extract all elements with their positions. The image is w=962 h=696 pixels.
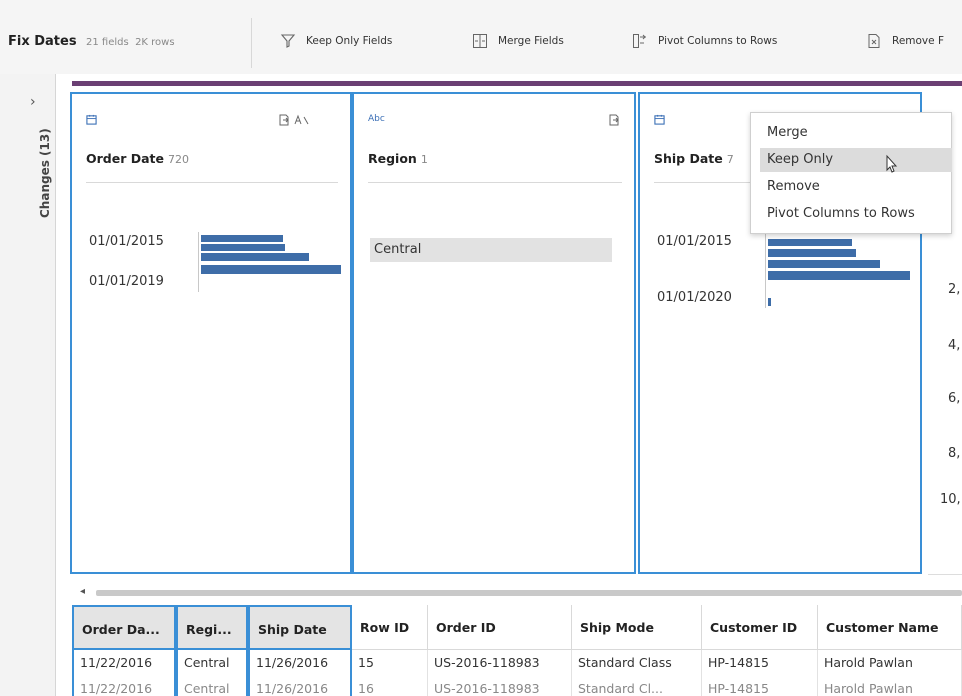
context-menu: Merge Keep Only Remove Pivot Columns to … [750, 112, 952, 234]
remove-icon [868, 34, 880, 48]
pivot-columns-to-rows-button[interactable]: Pivot Columns to Rows [632, 30, 777, 52]
histogram-label: 01/01/2015 [89, 234, 164, 249]
histogram-bar[interactable] [201, 265, 341, 274]
grid-header-region[interactable]: Regi... [176, 605, 248, 650]
expand-chevron-icon[interactable]: › [30, 94, 36, 110]
histogram-axis [198, 232, 199, 292]
menu-item-remove[interactable]: Remove [760, 175, 952, 199]
grid-cell[interactable]: 11/26/2016 [248, 650, 352, 676]
step-title: Fix Dates [8, 34, 77, 49]
grid-header-order-id[interactable]: Order ID [428, 605, 572, 650]
grid-header-ship-date[interactable]: Ship Date [248, 605, 352, 650]
field-name: Ship Date 7 [654, 151, 734, 166]
grid-header-customer-name[interactable]: Customer Name [818, 605, 962, 650]
scroll-thumb[interactable] [96, 590, 962, 596]
field-options-icon[interactable] [278, 114, 290, 126]
grid-cell[interactable]: HP-14815 [702, 650, 818, 676]
histogram-label: 10, [940, 492, 961, 507]
histogram-label: 2, [948, 282, 961, 297]
field-options-icon[interactable] [608, 114, 620, 126]
histogram-label: 4, [948, 338, 961, 353]
histogram-label: 6, [948, 391, 961, 406]
menu-item-keep-only[interactable]: Keep Only [760, 148, 952, 172]
field-count: 21 fields [86, 37, 129, 48]
horizontal-scrollbar[interactable]: ◂ [72, 586, 962, 600]
histogram-label: 01/01/2019 [89, 274, 164, 289]
histogram-bar[interactable] [201, 235, 283, 242]
grid-cell[interactable]: 11/26/2016 [248, 676, 352, 696]
keep-only-fields-label: Keep Only Fields [306, 35, 393, 47]
keep-only-fields-button[interactable]: Keep Only Fields [280, 30, 392, 52]
changes-pane-toggle[interactable]: Changes (13) [38, 128, 52, 218]
profile-card-region[interactable]: Abc Region 1 Central [352, 92, 636, 574]
card-divider [86, 182, 338, 183]
value-bar[interactable]: Central [370, 238, 612, 262]
rename-field-icon[interactable] [294, 113, 310, 127]
histogram-bar[interactable] [201, 244, 285, 251]
remove-fields-button[interactable]: Remove F [866, 30, 944, 52]
grid-cell[interactable]: 11/22/2016 [72, 650, 176, 676]
grid-cell[interactable]: US-2016-118983 [428, 650, 572, 676]
distinct-count: 7 [726, 153, 734, 166]
grid-cell[interactable]: HP-14815 [702, 676, 818, 696]
grid-cell[interactable]: US-2016-118983 [428, 676, 572, 696]
histogram-bar[interactable] [768, 249, 856, 257]
grid-cell[interactable]: Standard Cl... [572, 676, 702, 696]
histogram-label: 8, [948, 446, 961, 461]
grid-cell[interactable]: Harold Pawlan [818, 650, 962, 676]
menu-item-merge[interactable]: Merge [760, 121, 952, 145]
histogram-label: 01/01/2020 [657, 290, 732, 305]
calendar-icon [86, 114, 97, 125]
remove-fields-label: Remove F [892, 35, 944, 47]
grid-cell[interactable]: 16 [352, 676, 428, 696]
grid-header-row-id[interactable]: Row ID [352, 605, 428, 650]
histogram-axis [765, 232, 766, 308]
menu-item-pivot-columns-to-rows[interactable]: Pivot Columns to Rows [760, 202, 952, 226]
mouse-pointer-icon [886, 154, 898, 173]
step-meta: 21 fields 2K rows [86, 37, 175, 48]
distinct-count: 1 [420, 153, 428, 166]
row-count: 2K rows [135, 37, 175, 48]
grid-cell[interactable]: 11/22/2016 [72, 676, 176, 696]
merge-icon [473, 34, 487, 48]
grid-cell[interactable]: Standard Class [572, 650, 702, 676]
scroll-left-icon[interactable]: ◂ [80, 586, 85, 597]
calendar-icon [654, 114, 665, 125]
merge-fields-button[interactable]: Merge Fields [472, 30, 564, 52]
profile-card-order-date[interactable]: Order Date 720 01/01/2015 01/01/2019 [70, 92, 352, 574]
field-name: Order Date 720 [86, 151, 189, 166]
distinct-count: 720 [168, 153, 189, 166]
pivot-columns-to-rows-label: Pivot Columns to Rows [658, 35, 778, 47]
filter-icon [280, 34, 296, 48]
histogram-bar[interactable] [768, 260, 880, 268]
card-divider [368, 182, 622, 183]
grid-header-order-date[interactable]: Order Da... [72, 605, 176, 650]
grid-header-ship-mode[interactable]: Ship Mode [572, 605, 702, 650]
toolbar: Fix Dates 21 fields 2K rows Keep Only Fi… [0, 0, 962, 75]
string-type-icon: Abc [368, 114, 385, 124]
toolbar-divider [251, 18, 252, 68]
histogram-bar[interactable] [201, 253, 309, 261]
grid-header-customer-id[interactable]: Customer ID [702, 605, 818, 650]
histogram-label: 01/01/2015 [657, 234, 732, 249]
grid-cell[interactable]: Central [176, 650, 248, 676]
field-name: Region 1 [368, 151, 428, 166]
grid-cell[interactable]: 15 [352, 650, 428, 676]
grid-cell[interactable]: Central [176, 676, 248, 696]
data-grid: Order Da... Regi... Ship Date Row ID Ord… [72, 605, 962, 696]
pivot-icon [633, 34, 646, 48]
histogram-bar[interactable] [768, 271, 910, 280]
grid-cell[interactable]: Harold Pawlan [818, 676, 962, 696]
histogram-bar[interactable] [768, 239, 852, 246]
flow-color-bar [72, 81, 962, 86]
merge-fields-label: Merge Fields [498, 35, 564, 47]
histogram-bar[interactable] [768, 298, 771, 306]
